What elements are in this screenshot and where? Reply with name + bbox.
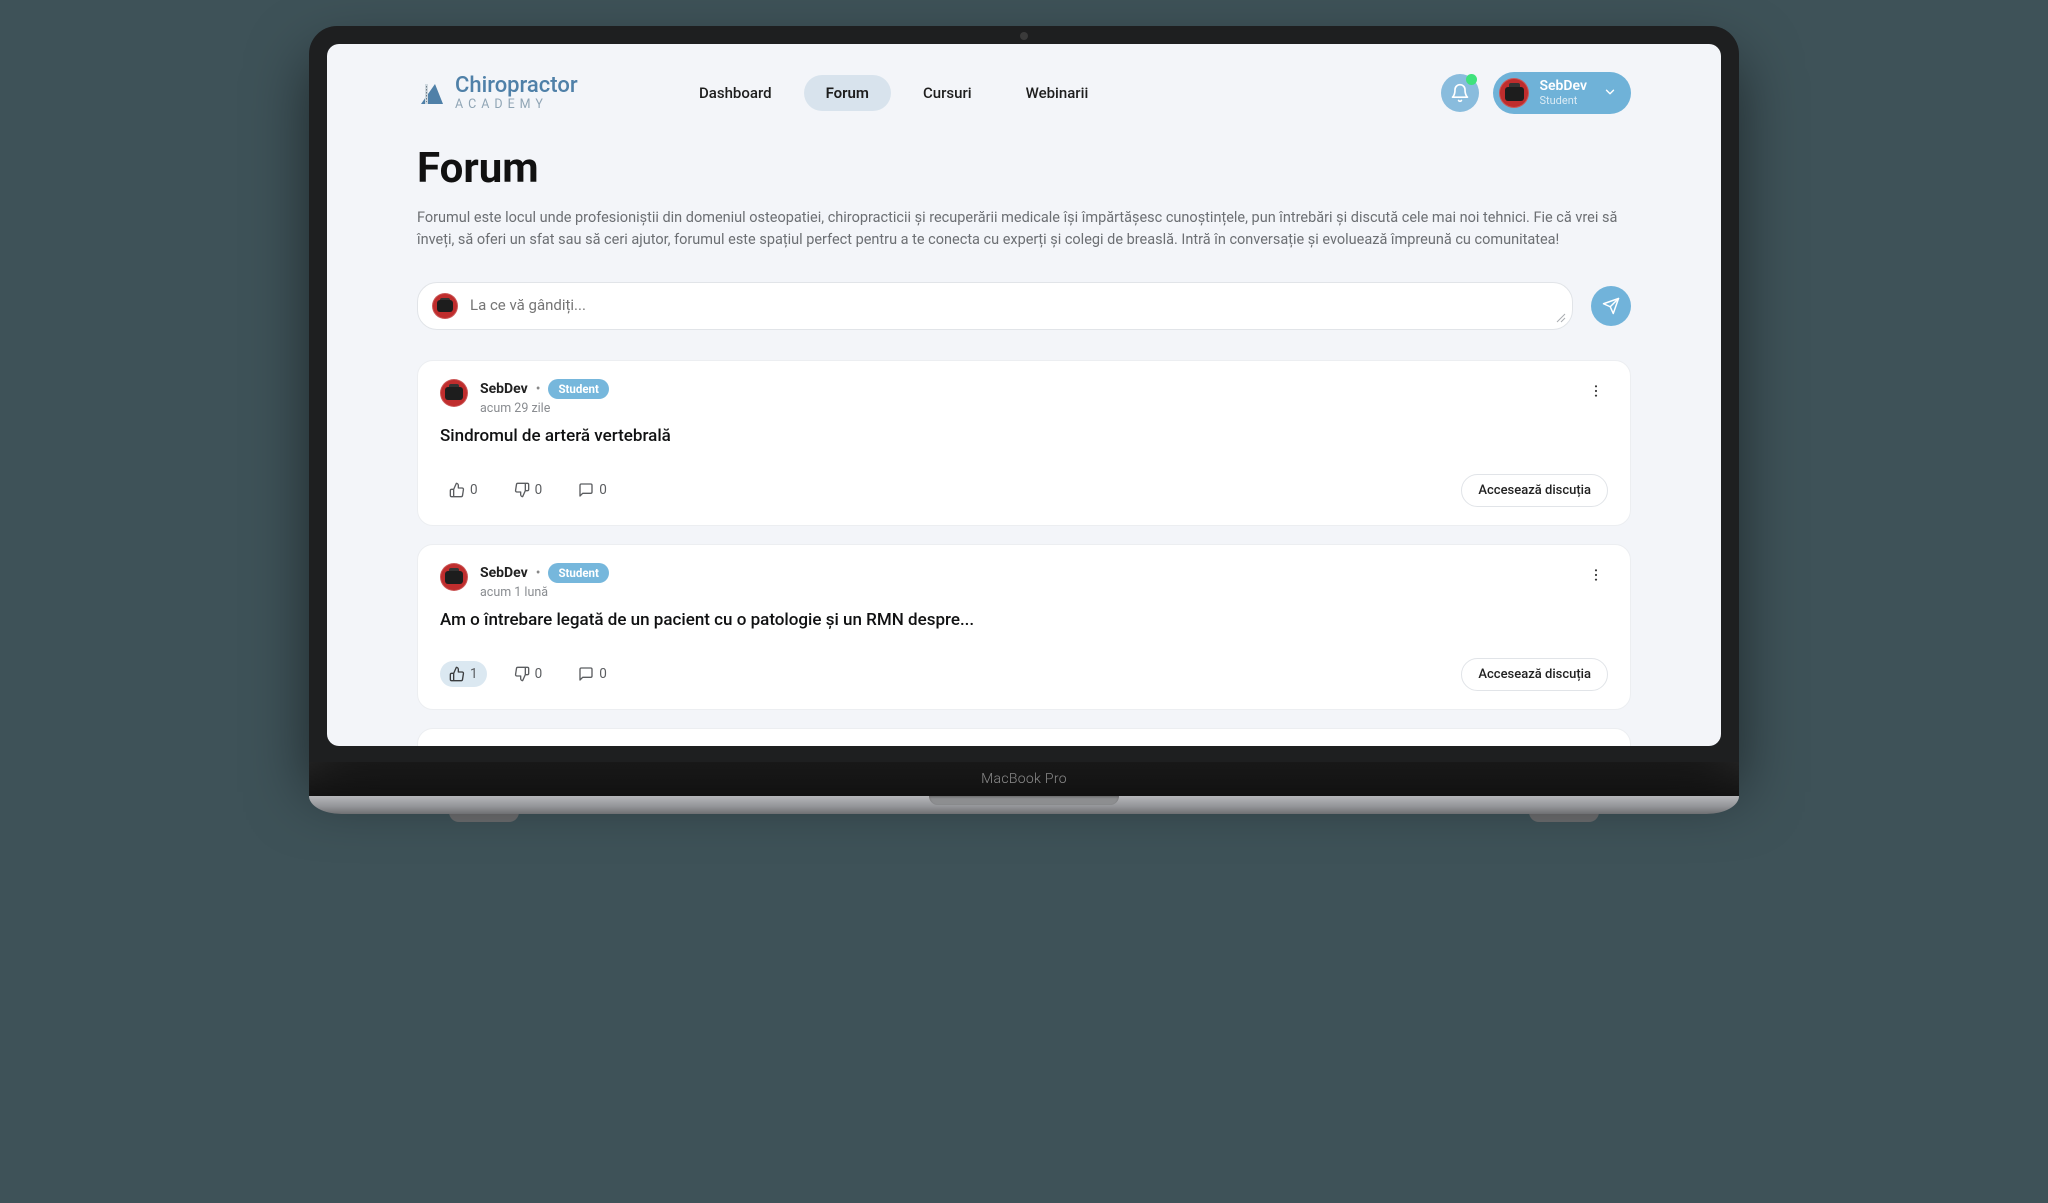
main-nav: Dashboard Forum Cursuri Webinarii <box>677 75 1110 111</box>
separator-dot: • <box>536 381 541 397</box>
post-list: SebDev • Student acum 29 zile Sindromul … <box>417 360 1631 746</box>
like-button[interactable]: 1 <box>440 661 487 687</box>
camera-dot <box>1020 32 1028 40</box>
post-timestamp: acum 29 zile <box>480 401 609 416</box>
composer-box[interactable] <box>417 282 1573 330</box>
post-title: Am o întrebare legată de un pacient cu o… <box>440 610 1608 630</box>
laptop-frame: Chiropractor ACADEMY Dashboard Forum Cur… <box>309 26 1739 822</box>
app-viewport: Chiropractor ACADEMY Dashboard Forum Cur… <box>327 44 1721 746</box>
comment-count: 0 <box>599 482 607 498</box>
nav-webinars[interactable]: Webinarii <box>1004 75 1111 111</box>
more-vert-icon <box>1588 383 1604 399</box>
view-thread-button[interactable]: Accesează discuția <box>1461 474 1608 507</box>
dislike-count: 0 <box>535 666 543 682</box>
send-button[interactable] <box>1591 286 1631 326</box>
view-thread-button[interactable]: Accesează discuția <box>1461 658 1608 691</box>
logo-line1: Chiropractor <box>455 75 578 97</box>
nav-dashboard[interactable]: Dashboard <box>677 75 794 111</box>
post-card: SebDev • Student acum 1 lună Am o întreb… <box>417 544 1631 710</box>
logo-mark-icon <box>417 78 447 108</box>
comments-button[interactable]: 0 <box>569 477 616 503</box>
thumbs-up-icon <box>449 666 465 682</box>
page-title: Forum <box>417 144 1631 193</box>
logo-text: Chiropractor ACADEMY <box>455 75 578 112</box>
post-header: SebDev • Student acum 1 lună <box>440 563 1608 600</box>
role-badge: Student <box>548 563 608 583</box>
base-notch <box>929 796 1119 805</box>
brand-logo[interactable]: Chiropractor ACADEMY <box>417 75 617 112</box>
dislike-count: 0 <box>535 482 543 498</box>
like-count: 1 <box>470 666 478 682</box>
user-role: Student <box>1539 95 1587 107</box>
user-menu[interactable]: SebDev Student <box>1493 72 1631 114</box>
dislike-button[interactable]: 0 <box>505 477 552 503</box>
post-card: SebDev • Student acum 29 zile Sindromul … <box>417 360 1631 526</box>
nav-forum[interactable]: Forum <box>804 75 891 111</box>
post-composer <box>417 282 1631 330</box>
comment-count: 0 <box>599 666 607 682</box>
dislike-button[interactable]: 0 <box>505 661 552 687</box>
avatar <box>440 563 468 591</box>
post-card: SebDev • Student acum 1 lună Osteopatie … <box>417 728 1631 746</box>
device-label: MacBook Pro <box>981 771 1067 787</box>
post-timestamp: acum 1 lună <box>480 585 609 600</box>
avatar <box>440 379 468 407</box>
post-author: SebDev <box>480 381 528 397</box>
app-header: Chiropractor ACADEMY Dashboard Forum Cur… <box>417 64 1631 138</box>
chevron-down-icon <box>1603 84 1617 103</box>
role-badge: Student <box>548 379 608 399</box>
textarea-resize-handle-icon[interactable] <box>1556 313 1566 323</box>
bell-icon <box>1450 83 1470 103</box>
nav-courses[interactable]: Cursuri <box>901 75 994 111</box>
post-footer: 0 0 0 Accese <box>440 474 1608 507</box>
comment-icon <box>578 482 594 498</box>
avatar <box>1499 78 1529 108</box>
screen-viewport: Chiropractor ACADEMY Dashboard Forum Cur… <box>327 44 1721 746</box>
comment-icon <box>578 666 594 682</box>
post-footer: 1 0 0 Accese <box>440 658 1608 691</box>
post-menu-button[interactable] <box>1584 563 1608 591</box>
more-vert-icon <box>1588 567 1604 583</box>
thumbs-down-icon <box>514 666 530 682</box>
like-count: 0 <box>470 482 478 498</box>
screen-bezel: Chiropractor ACADEMY Dashboard Forum Cur… <box>309 26 1739 762</box>
thumbs-down-icon <box>514 482 530 498</box>
laptop-base <box>309 796 1739 814</box>
post-author: SebDev <box>480 565 528 581</box>
post-header: SebDev • Student acum 29 zile <box>440 379 1608 416</box>
thumbs-up-icon <box>449 482 465 498</box>
user-chip-text: SebDev Student <box>1539 79 1587 106</box>
send-icon <box>1602 297 1620 315</box>
page-subtitle: Forumul este locul unde profesioniștii d… <box>417 207 1631 252</box>
logo-line2: ACADEMY <box>455 99 578 112</box>
separator-dot: • <box>536 565 541 581</box>
header-right: SebDev Student <box>1441 72 1631 114</box>
user-name: SebDev <box>1539 79 1587 94</box>
laptop-hinge: MacBook Pro <box>309 762 1739 796</box>
comments-button[interactable]: 0 <box>569 661 616 687</box>
composer-input[interactable] <box>470 296 1558 316</box>
post-menu-button[interactable] <box>1584 379 1608 407</box>
post-title: Sindromul de arteră vertebrală <box>440 426 1608 446</box>
notification-indicator <box>1466 74 1477 85</box>
like-button[interactable]: 0 <box>440 477 487 503</box>
notifications-button[interactable] <box>1441 74 1479 112</box>
avatar <box>432 293 458 319</box>
